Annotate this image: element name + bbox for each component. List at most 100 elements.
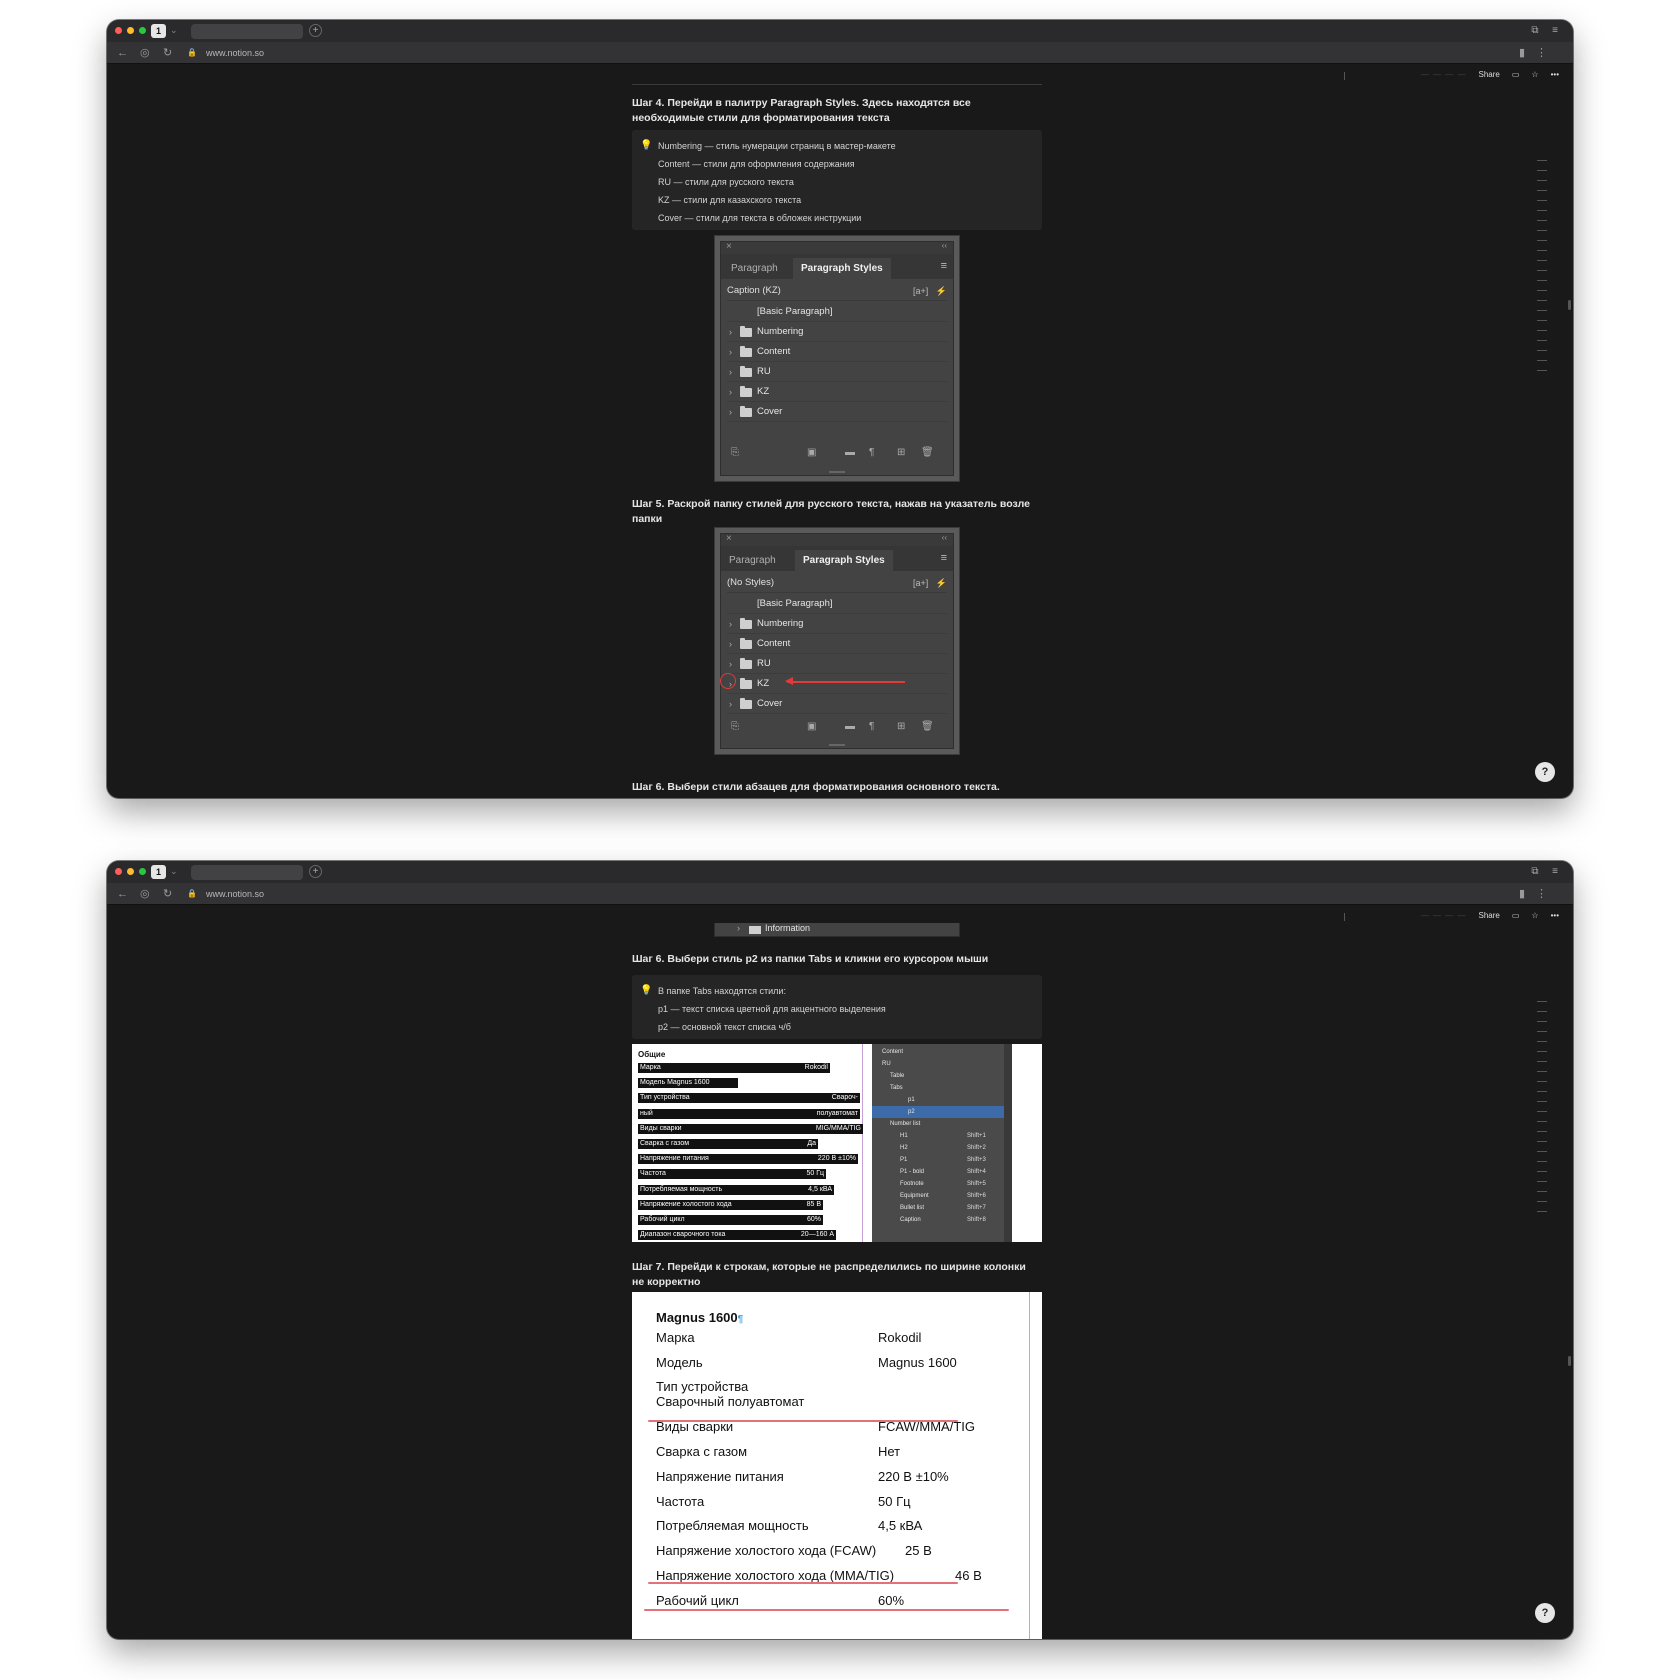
trash-icon[interactable]: 🗑 <box>921 442 934 464</box>
style-item[interactable]: Bullet list <box>900 1202 924 1214</box>
chevron-right-icon[interactable]: › <box>729 614 732 634</box>
chevron-right-icon[interactable]: › <box>729 634 732 654</box>
style-item[interactable]: Content <box>882 1046 903 1058</box>
bookmark-icon[interactable]: ▮ <box>1519 45 1525 61</box>
tab-paragraph[interactable]: Paragraph <box>723 258 786 279</box>
resize-grip[interactable] <box>829 744 845 746</box>
folder-ru[interactable]: › RU <box>727 362 947 382</box>
chevron-right-icon[interactable]: › <box>729 694 732 714</box>
new-style-icon[interactable]: [a+] <box>913 578 928 588</box>
new-style-icon[interactable]: ⊞ <box>897 442 905 464</box>
tab-count-badge[interactable]: 1 <box>151 865 166 879</box>
style-item[interactable]: P1 <box>900 1154 907 1166</box>
new-group-icon[interactable]: ▣ <box>807 442 816 464</box>
collapse-icon[interactable]: ‹‹ <box>942 533 947 542</box>
url-field[interactable]: www.notion.so <box>206 47 264 59</box>
folder-content[interactable]: › Content <box>727 634 947 654</box>
style-basic-paragraph[interactable]: [Basic Paragraph] <box>727 594 947 614</box>
menu-icon[interactable]: ≡ <box>1547 864 1563 879</box>
help-button[interactable]: ? <box>1535 1603 1555 1623</box>
share-button[interactable]: Share <box>1479 70 1500 79</box>
new-tab-button[interactable]: + <box>309 24 322 37</box>
reload-icon[interactable]: ↻ <box>163 45 172 61</box>
zoom-window-button[interactable] <box>139 27 146 34</box>
zoom-window-button[interactable] <box>139 868 146 875</box>
close-window-button[interactable] <box>115 27 122 34</box>
panel-menu-icon[interactable]: ≡ <box>941 260 947 272</box>
share-button[interactable]: Share <box>1479 911 1500 920</box>
folder-kz[interactable]: › KZ <box>727 382 947 402</box>
tab-paragraph-styles[interactable]: Paragraph Styles <box>795 550 893 571</box>
close-window-button[interactable] <box>115 868 122 875</box>
load-styles-icon[interactable]: ⎘ <box>731 716 739 738</box>
chevron-right-icon[interactable]: › <box>729 402 732 422</box>
reload-icon[interactable]: ↻ <box>163 886 172 902</box>
table-of-contents-ticks[interactable] <box>1537 1001 1547 1216</box>
new-style-from-selection[interactable]: [a+] ⚡ <box>913 281 947 301</box>
scrollbar[interactable] <box>1568 1356 1571 1366</box>
chevron-right-icon[interactable]: › <box>729 654 732 674</box>
tab-count-badge[interactable]: 1 <box>151 24 166 38</box>
window-restore-icon[interactable]: ⧉ <box>1527 864 1543 879</box>
star-icon[interactable]: ☆ <box>1531 70 1538 79</box>
more-vertical-icon[interactable]: ⋮ <box>1536 45 1547 61</box>
load-styles-icon[interactable]: ⎘ <box>731 442 739 464</box>
new-group-icon[interactable]: ▣ <box>807 716 816 738</box>
style-item[interactable]: H1 <box>900 1130 908 1142</box>
style-item[interactable]: p2 <box>908 1106 915 1118</box>
chevron-down-icon[interactable]: ⌄ <box>170 23 178 38</box>
more-horizontal-icon[interactable]: ••• <box>1551 911 1559 920</box>
style-item[interactable]: Tabs <box>890 1082 903 1094</box>
chevron-right-icon[interactable]: › <box>729 382 732 402</box>
chevron-right-icon[interactable]: › <box>729 342 732 362</box>
back-arrow-icon[interactable]: ← <box>117 45 128 61</box>
folder-numbering[interactable]: › Numbering <box>727 322 947 342</box>
star-icon[interactable]: ☆ <box>1531 911 1538 920</box>
style-item[interactable]: Table <box>890 1070 904 1082</box>
clear-overrides-icon[interactable]: ¶ <box>869 716 874 738</box>
folder-kz[interactable]: › KZ <box>727 674 947 694</box>
browser-tab[interactable] <box>191 865 303 880</box>
shield-icon[interactable]: ◎ <box>140 45 150 61</box>
style-item[interactable]: p1 <box>908 1094 915 1106</box>
folder-cover[interactable]: › Cover <box>727 402 947 422</box>
window-restore-icon[interactable]: ⧉ <box>1527 23 1543 38</box>
new-style-from-selection[interactable]: [a+] ⚡ <box>913 573 947 593</box>
comment-icon[interactable]: ▭ <box>1512 70 1520 79</box>
url-field[interactable]: www.notion.so <box>206 888 264 900</box>
close-icon[interactable]: × <box>726 533 732 544</box>
minimize-window-button[interactable] <box>127 868 134 875</box>
style-item[interactable]: P1 - bold <box>900 1166 924 1178</box>
folder-icon[interactable]: ▬ <box>845 442 855 464</box>
new-tab-button[interactable]: + <box>309 865 322 878</box>
style-item[interactable]: H2 <box>900 1142 908 1154</box>
chevron-down-icon[interactable]: ⌄ <box>170 864 178 879</box>
collapse-icon[interactable]: ‹‹ <box>942 241 947 250</box>
shield-icon[interactable]: ◎ <box>140 886 150 902</box>
folder-ru[interactable]: › RU <box>727 654 947 674</box>
chevron-right-icon[interactable]: › <box>729 322 732 342</box>
browser-tab[interactable] <box>191 24 303 39</box>
trash-icon[interactable]: 🗑 <box>921 716 934 738</box>
resize-grip[interactable] <box>829 471 845 473</box>
scrollbar[interactable] <box>1004 1044 1012 1242</box>
style-item[interactable]: Number list <box>890 1118 920 1130</box>
help-button[interactable]: ? <box>1535 762 1555 782</box>
more-horizontal-icon[interactable]: ••• <box>1551 70 1559 79</box>
folder-numbering[interactable]: › Numbering <box>727 614 947 634</box>
comment-icon[interactable]: ▭ <box>1512 911 1520 920</box>
style-basic-paragraph[interactable]: [Basic Paragraph] <box>727 302 947 322</box>
minimize-window-button[interactable] <box>127 27 134 34</box>
back-arrow-icon[interactable]: ← <box>117 886 128 902</box>
style-item[interactable]: Footnote <box>900 1178 924 1190</box>
chevron-right-icon[interactable]: › <box>729 362 732 382</box>
scrollbar[interactable] <box>1568 300 1571 310</box>
new-style-icon[interactable]: ⊞ <box>897 716 905 738</box>
style-item[interactable]: Equipment <box>900 1190 929 1202</box>
style-item[interactable]: RU <box>882 1058 891 1070</box>
table-of-contents-ticks[interactable] <box>1537 160 1547 375</box>
style-item[interactable]: Caption <box>900 1214 921 1226</box>
folder-content[interactable]: › Content <box>727 342 947 362</box>
folder-cover[interactable]: › Cover <box>727 694 947 714</box>
clear-overrides-icon[interactable]: ¶ <box>869 442 874 464</box>
